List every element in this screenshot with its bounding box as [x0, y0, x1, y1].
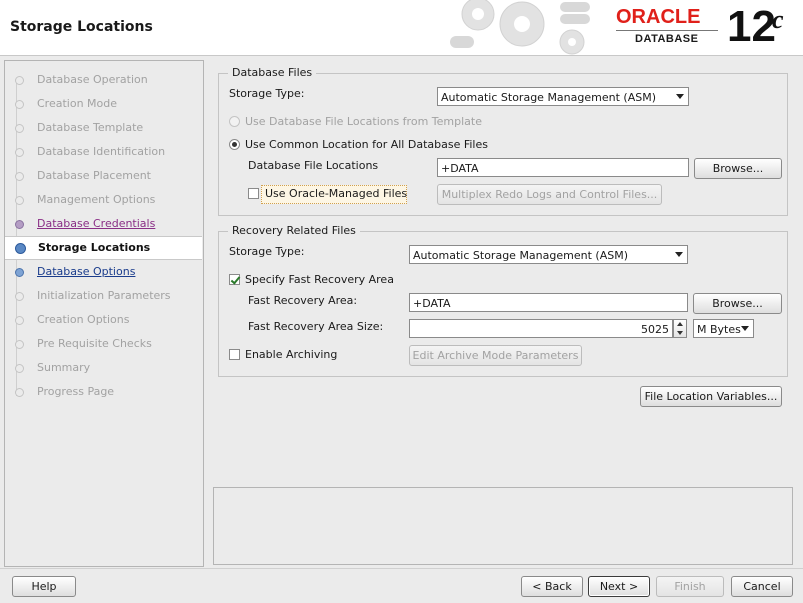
fra-size-input[interactable]: 5025 [409, 319, 673, 338]
file-location-variables-button[interactable]: File Location Variables... [640, 386, 782, 407]
group-title: Database Files [228, 66, 317, 79]
nav-step-creation-options: Creation Options [4, 309, 202, 331]
nav-step-storage-locations: Storage Locations [5, 236, 202, 260]
nav-step-link[interactable]: Database Credentials [37, 217, 155, 230]
multiplex-redo-logs-button[interactable]: Multiplex Redo Logs and Control Files... [437, 184, 662, 205]
radio-use-common-location[interactable] [229, 139, 240, 150]
nav-step-label: Summary [37, 361, 91, 374]
nav-step-link[interactable]: Database Options [37, 265, 135, 278]
nav-step-label: Creation Mode [37, 97, 118, 110]
footer-divider [0, 568, 803, 569]
fra-label: Fast Recovery Area: [248, 294, 358, 307]
storage-type-label: Storage Type: [229, 87, 305, 100]
spin-down-icon[interactable] [677, 331, 683, 335]
nav-step-creation-mode: Creation Mode [4, 93, 202, 115]
edit-archive-params-button[interactable]: Edit Archive Mode Parameters [409, 345, 582, 366]
nav-step-label: Database Template [37, 121, 144, 134]
chevron-down-icon [675, 252, 683, 257]
nav-step-database-options[interactable]: Database Options [4, 261, 202, 283]
db-storage-type-select[interactable]: Automatic Storage Management (ASM) [437, 87, 689, 106]
chevron-down-icon [741, 326, 749, 331]
nav-step-database-identification: Database Identification [4, 141, 202, 163]
message-area [213, 487, 793, 565]
nav-step-summary: Summary [4, 357, 202, 379]
back-button[interactable]: < Back [521, 576, 583, 597]
header-banner: Storage Locations ORACLE DATABASE 12 c [0, 0, 803, 56]
nav-step-management-options: Management Options [4, 189, 202, 211]
group-title: Recovery Related Files [228, 224, 360, 237]
nav-step-progress-page: Progress Page [4, 381, 202, 403]
nav-step-label: Database Operation [37, 73, 148, 86]
omf-label: Use Oracle-Managed Files [265, 187, 408, 200]
spin-up-icon[interactable] [677, 322, 683, 326]
fra-size-label: Fast Recovery Area Size: [248, 320, 384, 333]
next-button[interactable]: Next > [588, 576, 650, 597]
fra-checkbox[interactable] [229, 274, 240, 285]
nav-step-label: Pre Requisite Checks [37, 337, 152, 350]
nav-step-initialization-parameters: Initialization Parameters [4, 285, 202, 307]
cancel-button[interactable]: Cancel [731, 576, 793, 597]
fra-browse-button[interactable]: Browse... [693, 293, 782, 314]
recovery-storage-type-select[interactable]: Automatic Storage Management (ASM) [409, 245, 688, 264]
step-dot-icon [15, 268, 24, 277]
version-number: 12 [727, 2, 776, 51]
step-dot-icon [15, 316, 24, 325]
radio-template-label: Use Database File Locations from Templat… [245, 115, 482, 128]
chevron-down-icon [676, 94, 684, 99]
db-file-locations-label: Database File Locations [248, 159, 379, 172]
fra-unit-select[interactable]: M Bytes [693, 319, 754, 338]
nav-step-label: Database Placement [37, 169, 151, 182]
fra-size-spinner[interactable] [673, 319, 687, 338]
nav-step-prerequisite-checks: Pre Requisite Checks [4, 333, 202, 355]
step-dot-icon [15, 172, 24, 181]
step-dot-icon [15, 100, 24, 109]
current-step-dot-icon [15, 243, 26, 254]
fra-input[interactable]: +DATA [409, 293, 688, 312]
version-suffix: c [772, 5, 784, 34]
recovery-storage-type-label: Storage Type: [229, 245, 305, 258]
db-file-locations-input[interactable]: +DATA [437, 158, 689, 177]
logo-divider [616, 30, 718, 31]
nav-step-database-template: Database Template [4, 117, 202, 139]
step-dot-icon [15, 196, 24, 205]
nav-step-label: Progress Page [37, 385, 115, 398]
oracle-product-text: DATABASE [635, 33, 699, 45]
help-button[interactable]: Help [12, 576, 76, 597]
page-title: Storage Locations [10, 19, 153, 35]
finish-button[interactable]: Finish [656, 576, 724, 597]
nav-step-label: Database Identification [37, 145, 166, 158]
nav-step-label: Storage Locations [38, 241, 151, 254]
step-dot-icon [15, 220, 24, 229]
oracle-logo-text: ORACLE [616, 6, 701, 28]
step-dot-icon [15, 124, 24, 133]
step-dot-icon [15, 148, 24, 157]
fra-check-label: Specify Fast Recovery Area [245, 273, 394, 286]
nav-step-label: Management Options [37, 193, 156, 206]
nav-step-database-placement: Database Placement [4, 165, 202, 187]
db-browse-button[interactable]: Browse... [694, 158, 782, 179]
nav-step-label: Creation Options [37, 313, 130, 326]
nav-step-label: Initialization Parameters [37, 289, 171, 302]
radio-use-template-locations[interactable] [229, 116, 240, 127]
step-dot-icon [15, 76, 24, 85]
nav-step-database-credentials[interactable]: Database Credentials [4, 213, 202, 235]
step-dot-icon [15, 292, 24, 301]
gears-decoration-icon [450, 0, 590, 55]
archiving-label: Enable Archiving [245, 348, 338, 361]
nav-step-database-operation: Database Operation [4, 69, 202, 91]
omf-checkbox[interactable] [248, 188, 259, 199]
step-dot-icon [15, 340, 24, 349]
step-dot-icon [15, 388, 24, 397]
archiving-checkbox[interactable] [229, 349, 240, 360]
radio-common-label: Use Common Location for All Database Fil… [245, 138, 488, 151]
step-dot-icon [15, 364, 24, 373]
